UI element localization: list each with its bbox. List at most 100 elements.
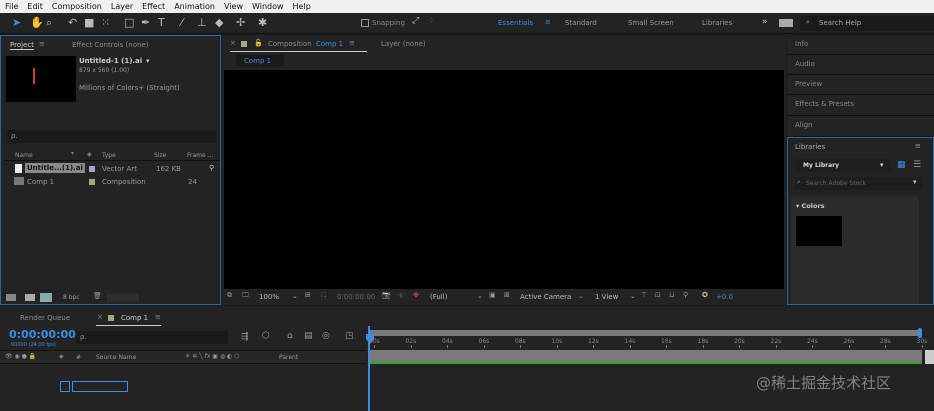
menu-window[interactable]: Window	[252, 2, 284, 11]
workspace-menu-icon[interactable]: ≡	[545, 18, 551, 26]
composition-viewer[interactable]	[224, 70, 784, 289]
tab-composition-prefix[interactable]: Composition	[268, 40, 312, 48]
label-color-swatch[interactable]	[89, 179, 95, 185]
align-panel[interactable]: Align	[787, 116, 934, 137]
label-icon[interactable]: ◈	[59, 353, 64, 360]
monitor-icon[interactable]: 🖵	[242, 291, 249, 300]
pan-behind-tool-icon[interactable]: ⁙	[101, 16, 110, 29]
mask-visibility-icon[interactable]: ⛶	[321, 291, 326, 300]
search-help-toggle-icon[interactable]	[779, 19, 793, 27]
colors-section-toggle[interactable]: ▾ Colors	[796, 202, 825, 210]
file-dropdown-icon[interactable]: ▾	[146, 57, 150, 65]
thumbnail-slider[interactable]	[107, 294, 139, 302]
zoom-slider-icon[interactable]	[925, 350, 934, 364]
fast-previews-icon[interactable]: ⊡	[655, 291, 661, 299]
source-name-column[interactable]: Source Name	[96, 354, 136, 361]
adobe-stock-search-input[interactable]: ⌕ Search Adobe Stock ▾	[795, 177, 923, 190]
type-tool-icon[interactable]: T	[158, 16, 165, 29]
panel-menu-icon[interactable]: ≡	[39, 40, 45, 48]
lock-icon[interactable]: 🔓	[254, 39, 263, 47]
draft-3d-icon[interactable]: ⬡	[262, 331, 270, 341]
magnification-dropdown[interactable]: 100%	[259, 293, 279, 301]
rectangle-tool-icon[interactable]: □	[124, 16, 134, 29]
selection-tool-icon[interactable]: ➤	[12, 16, 21, 29]
project-row[interactable]: Untitle...(1).ai Vector Art 162 KB ⚲	[5, 163, 219, 175]
safe-zones-icon[interactable]: ⊞	[305, 291, 311, 299]
always-preview-icon[interactable]: ⧉	[227, 291, 232, 300]
menu-file[interactable]: File	[5, 2, 18, 11]
column-frame[interactable]: Frame ...	[187, 152, 213, 159]
preview-panel[interactable]: Preview	[787, 75, 934, 95]
info-panel[interactable]: Info	[787, 35, 934, 55]
exposure-value[interactable]: +0.0	[716, 293, 733, 301]
timeline-icon[interactable]: ⊔	[669, 291, 674, 299]
channel-icon[interactable]: ✤	[413, 291, 419, 299]
hand-tool-icon[interactable]: ✋	[30, 16, 44, 29]
frame-blending-icon[interactable]: ▤	[304, 331, 313, 341]
show-snapshot-icon[interactable]: ◐	[399, 291, 405, 299]
panel-menu-icon[interactable]: ≡	[349, 39, 355, 47]
workspace-essentials[interactable]: Essentials	[498, 19, 533, 27]
view-layout-dropdown[interactable]: 1 View	[595, 293, 618, 301]
transparency-grid-icon[interactable]: ⊠	[504, 291, 510, 299]
more-workspaces-icon[interactable]: »	[762, 17, 768, 27]
layer-rename-box[interactable]	[72, 381, 128, 392]
graph-editor-icon[interactable]: ◳	[345, 331, 354, 341]
interpret-footage-icon[interactable]	[6, 294, 16, 301]
bpc-button[interactable]: 8 bpc	[63, 294, 80, 301]
chevron-down-icon[interactable]: ⌄	[292, 292, 298, 300]
current-time-display[interactable]: 0:00:00:00	[337, 293, 375, 301]
menu-view[interactable]: View	[224, 2, 243, 11]
flowchart-icon[interactable]: ⚲	[683, 291, 688, 299]
zoom-tool-icon[interactable]: ⌕	[46, 16, 52, 30]
search-help-input[interactable]: ⌕ Search Help	[800, 16, 934, 31]
toggle-pixel-aspect-icon[interactable]: ⊤	[641, 291, 647, 299]
snapping-checkbox[interactable]	[361, 19, 369, 27]
chevron-down-icon[interactable]: ⌄	[630, 292, 636, 300]
workspace-small-screen[interactable]: Small Screen	[628, 19, 674, 27]
sort-arrow-icon[interactable]: ▾	[71, 150, 74, 157]
chevron-down-icon[interactable]: ⌄	[578, 292, 584, 300]
tab-effect-controls[interactable]: Effect Controls (none)	[72, 41, 148, 49]
color-swatch[interactable]	[796, 216, 842, 246]
switches-icons[interactable]: ⚘ ✲ ╲ fx ▣ ◍ ◐ ⬡	[185, 353, 239, 360]
snap-icon[interactable]: ⤢	[412, 16, 419, 26]
new-folder-icon[interactable]	[25, 294, 35, 301]
menu-layer[interactable]: Layer	[111, 2, 133, 11]
project-row[interactable]: Comp 1 Composition 24	[5, 176, 219, 188]
column-size[interactable]: Size	[154, 152, 166, 159]
chevron-down-icon[interactable]: ⌄	[477, 292, 483, 300]
trash-icon[interactable]: 🗑	[93, 292, 102, 300]
snap-options-icon[interactable]: ⁘	[428, 16, 436, 26]
workspace-libraries[interactable]: Libraries	[702, 19, 732, 27]
effects-presets-panel[interactable]: Effects & Presets	[787, 95, 934, 116]
region-of-interest-icon[interactable]: ▣	[489, 291, 496, 299]
brush-tool-icon[interactable]: ⁄	[181, 16, 183, 29]
camera-tool-icon[interactable]: ■	[84, 16, 94, 29]
layer-rename-box[interactable]	[60, 381, 70, 392]
motion-blur-icon[interactable]: ◎	[322, 331, 330, 341]
label-color-swatch[interactable]	[89, 166, 95, 172]
list-view-icon[interactable]: ☰	[913, 160, 921, 170]
timeline-search-input[interactable]: ρ.	[76, 331, 228, 344]
shy-layers-icon[interactable]: ⌂	[287, 331, 293, 341]
pen-tool-icon[interactable]: ✒	[141, 16, 150, 29]
menu-effect[interactable]: Effect	[142, 2, 165, 11]
close-tab-icon[interactable]: ×	[97, 313, 103, 321]
grid-view-icon[interactable]: ▦	[897, 160, 906, 170]
comp-flowchart-tab[interactable]: Comp 1	[236, 55, 284, 67]
menu-help[interactable]: Help	[293, 2, 311, 11]
rotate-tool-icon[interactable]: ↶	[68, 16, 77, 29]
menu-animation[interactable]: Animation	[174, 2, 215, 11]
av-features-icons[interactable]: 👁 ◉ ● 🔒	[5, 353, 36, 360]
new-composition-icon[interactable]	[40, 293, 52, 302]
tab-composition-name[interactable]: Comp 1	[316, 40, 343, 48]
column-name[interactable]: Name	[15, 152, 33, 159]
resolution-dropdown[interactable]: (Full)	[430, 293, 447, 301]
clone-stamp-tool-icon[interactable]: ⊥	[197, 16, 207, 29]
roto-brush-tool-icon[interactable]: ✢	[236, 16, 245, 29]
chevron-down-icon[interactable]: ▾	[913, 178, 917, 186]
composition-mini-flowchart-icon[interactable]: ⇶	[241, 332, 249, 342]
snapshot-icon[interactable]: 📷	[382, 291, 391, 299]
puppet-tool-icon[interactable]: ✱	[258, 16, 267, 29]
